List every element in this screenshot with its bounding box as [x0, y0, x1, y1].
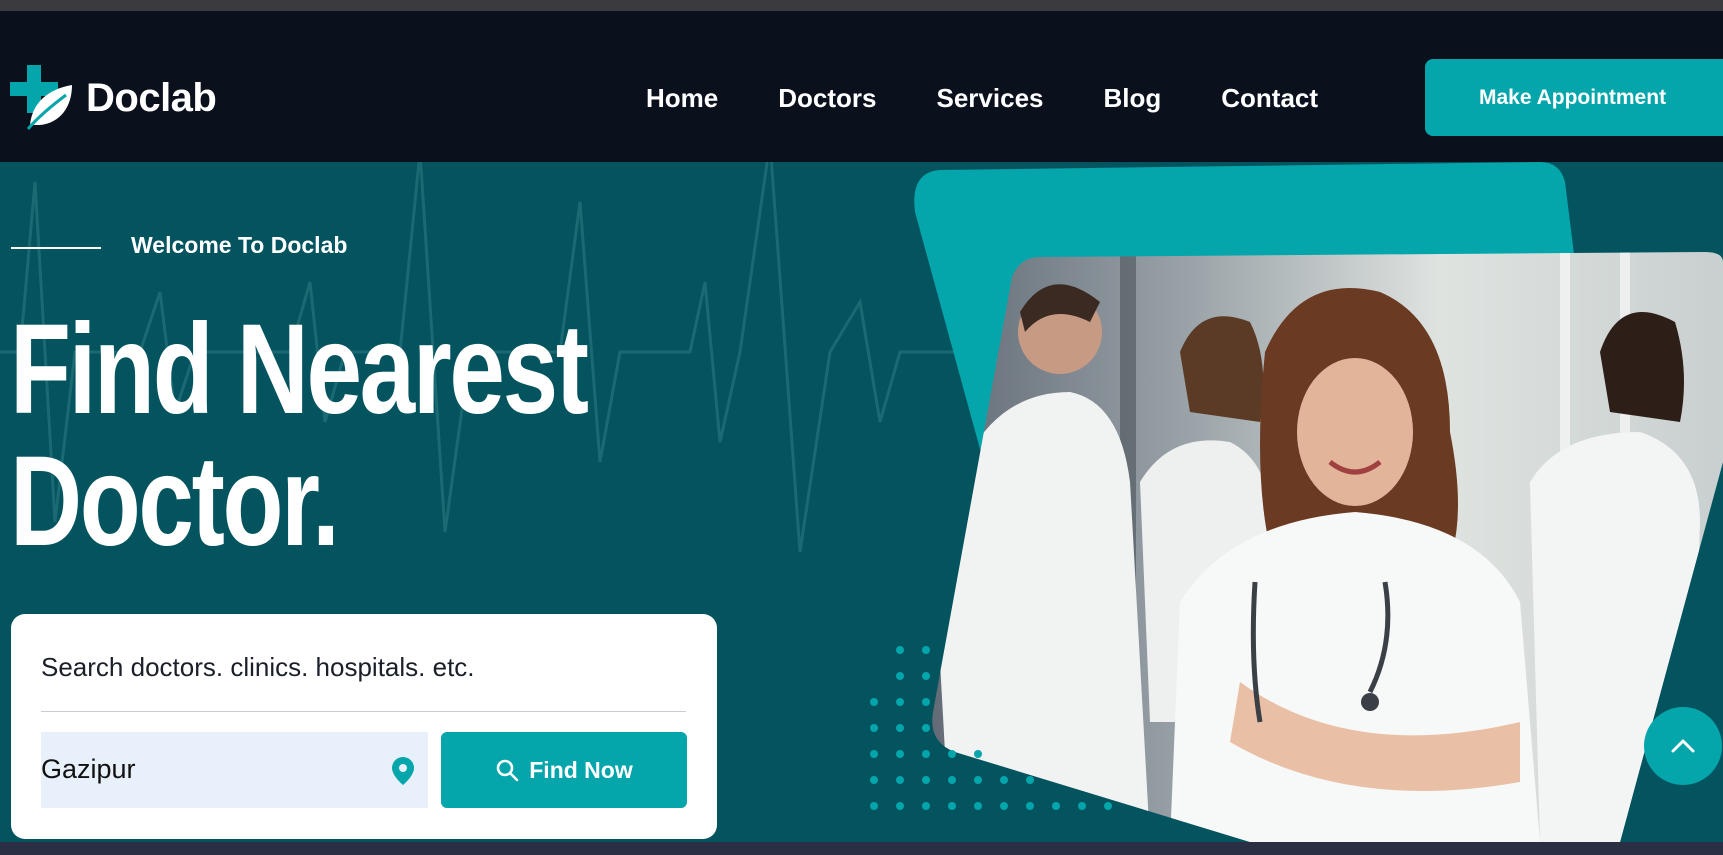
search-divider: [41, 711, 686, 712]
search-icon: [496, 759, 519, 782]
browser-top-strip: [0, 0, 1723, 11]
site-header: Doclab Home Doctors Services Blog Contac…: [0, 11, 1723, 162]
nav-services[interactable]: Services: [937, 83, 1044, 114]
find-now-button[interactable]: Find Now: [441, 732, 687, 808]
search-query-label[interactable]: Search doctors. clinics. hospitals. etc.: [41, 652, 475, 683]
location-input[interactable]: [41, 732, 428, 808]
site-logo[interactable]: Doclab: [10, 65, 217, 131]
nav-blog[interactable]: Blog: [1103, 83, 1161, 114]
medical-cross-leaf-icon: [10, 65, 72, 130]
taskbar-strip: [0, 842, 1723, 855]
find-now-label: Find Now: [529, 756, 633, 783]
search-card: Search doctors. clinics. hospitals. etc.…: [11, 614, 717, 839]
main-nav: Home Doctors Services Blog Contact: [646, 81, 1318, 115]
nav-contact[interactable]: Contact: [1221, 83, 1318, 114]
hero-title-line-1: Find Nearest: [10, 298, 589, 441]
scroll-to-top-button[interactable]: [1644, 707, 1722, 785]
nav-home[interactable]: Home: [646, 83, 718, 114]
hero-title-line-2: Doctor.: [10, 430, 340, 573]
brand-name: Doclab: [86, 75, 217, 120]
make-appointment-button[interactable]: Make Appointment: [1425, 59, 1723, 136]
hero-title: Find Nearest Doctor.: [10, 298, 589, 573]
chevron-up-icon: [1671, 739, 1695, 753]
kicker-line: [11, 247, 101, 249]
dot-pattern-decoration: [870, 646, 1112, 810]
nav-doctors[interactable]: Doctors: [778, 83, 876, 114]
hero-kicker: Welcome To Doclab: [131, 232, 348, 258]
map-pin-icon: [392, 757, 414, 785]
